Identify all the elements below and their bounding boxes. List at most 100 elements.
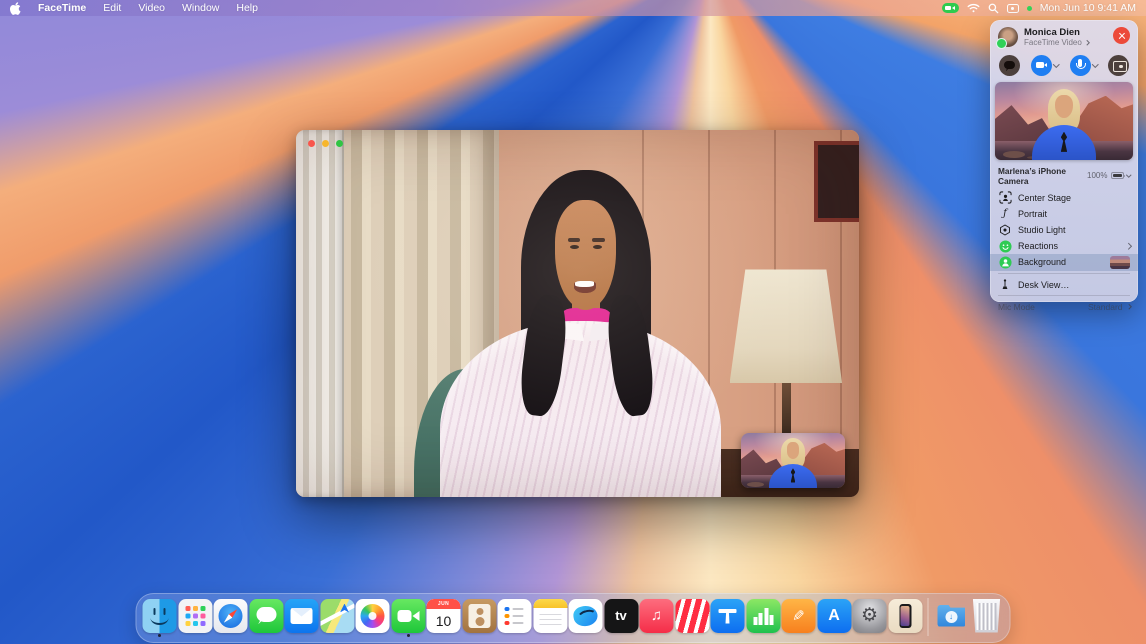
facetime-active-indicator[interactable] xyxy=(942,3,959,13)
news-app-icon[interactable] xyxy=(675,599,709,633)
camera-active-dot xyxy=(1027,6,1032,11)
launchpad-app-icon[interactable] xyxy=(178,599,212,633)
photos-app-icon[interactable] xyxy=(356,599,390,633)
control-center-icon[interactable] xyxy=(1007,4,1019,13)
battery-icon xyxy=(1111,172,1124,179)
iphone-app-icon[interactable] xyxy=(888,599,922,633)
dock-icon-iphone[interactable] xyxy=(888,599,922,636)
music-app-icon[interactable] xyxy=(640,599,674,633)
dock-icon-freeform[interactable] xyxy=(569,599,603,636)
panel-header: Monica Dien FaceTime Video xyxy=(990,20,1138,50)
dock-icon-launchpad[interactable] xyxy=(178,599,212,636)
camera-preview-video xyxy=(995,82,1133,160)
menu-bar: FaceTime Edit Video Window Help Mon Jun … xyxy=(0,0,1146,16)
dock-icon-pages[interactable] xyxy=(782,599,816,636)
menu-video[interactable]: Video xyxy=(138,2,165,14)
menu-item-label: Center Stage xyxy=(1018,193,1071,203)
marlena-face xyxy=(1055,95,1072,118)
reminders-app-icon[interactable] xyxy=(498,599,532,633)
mail-app-icon[interactable] xyxy=(285,599,319,633)
menu-item-portrait[interactable]: ƒ Portrait xyxy=(990,206,1138,222)
end-call-button[interactable] xyxy=(1113,27,1130,44)
zoom-button[interactable] xyxy=(336,140,343,147)
numbers-app-icon[interactable] xyxy=(746,599,780,633)
mic-mode-label: Mic Mode xyxy=(998,302,1035,312)
menu-item-label: Reactions xyxy=(1018,241,1058,251)
dock-icon-photos[interactable] xyxy=(356,599,390,636)
menu-item-center-stage[interactable]: Center Stage xyxy=(990,190,1138,206)
chevron-down-icon[interactable] xyxy=(1126,172,1131,177)
menu-item-label: Desk View… xyxy=(1018,280,1069,290)
safari-app-icon[interactable] xyxy=(214,599,248,633)
camera-source-row[interactable]: Marlena’s iPhone Camera 100% xyxy=(990,160,1138,190)
menu-bar-clock[interactable]: Mon Jun 10 9:41 AM xyxy=(1040,2,1136,14)
keynote-app-icon[interactable] xyxy=(711,599,745,633)
spotlight-icon[interactable] xyxy=(988,3,999,14)
dock-icon-downloads[interactable] xyxy=(934,599,968,636)
menu-help[interactable]: Help xyxy=(236,2,258,14)
freeform-app-icon[interactable] xyxy=(569,599,603,633)
camera-preview xyxy=(995,82,1133,160)
dock-icon-appletv[interactable] xyxy=(604,599,638,636)
apple-menu-icon[interactable] xyxy=(10,2,21,15)
dock-icon-keynote[interactable] xyxy=(711,599,745,636)
messages-button[interactable] xyxy=(999,55,1020,76)
appstore-app-icon[interactable] xyxy=(817,599,851,633)
maps-app-icon[interactable] xyxy=(320,599,354,633)
video-menu-panel: Monica Dien FaceTime Video xyxy=(990,20,1138,302)
call-type[interactable]: FaceTime Video xyxy=(1024,38,1088,47)
menu-item-background[interactable]: Background xyxy=(990,254,1138,270)
finder-app-icon[interactable] xyxy=(143,599,177,633)
menu-facetime[interactable]: FaceTime xyxy=(38,2,86,14)
facetime-app-icon[interactable] xyxy=(391,599,425,633)
dock-icon-calendar[interactable]: JUN10 xyxy=(427,599,461,636)
menu-item-label: Studio Light xyxy=(1018,225,1066,235)
menu-edit[interactable]: Edit xyxy=(103,2,121,14)
mic-toggle-button[interactable] xyxy=(1070,55,1091,76)
menu-window[interactable]: Window xyxy=(182,2,219,14)
dock-icon-safari[interactable] xyxy=(214,599,248,636)
calendar-app-icon[interactable]: JUN10 xyxy=(427,599,461,633)
dock-icon-finder[interactable] xyxy=(143,599,177,636)
self-view-video xyxy=(741,433,845,488)
caller-avatar xyxy=(998,27,1018,47)
video-options-chevron[interactable] xyxy=(1053,61,1059,67)
self-view-pip[interactable] xyxy=(741,433,845,488)
caller-name: Monica Dien xyxy=(1024,27,1088,38)
window-controls xyxy=(308,140,343,147)
portrait-icon: ƒ xyxy=(998,207,1012,220)
menu-item-desk-view[interactable]: Desk View… xyxy=(990,277,1138,293)
dock-icon-contacts[interactable] xyxy=(462,599,496,636)
settings-app-icon[interactable] xyxy=(853,599,887,633)
mic-options-chevron[interactable] xyxy=(1092,61,1098,67)
appletv-app-icon[interactable] xyxy=(604,599,638,633)
dock-icon-reminders[interactable] xyxy=(498,599,532,636)
trash-app-icon[interactable] xyxy=(970,599,1004,633)
minimize-button[interactable] xyxy=(322,140,329,147)
dock-icon-settings[interactable] xyxy=(853,599,887,636)
menu-item-reactions[interactable]: Reactions xyxy=(990,238,1138,254)
wifi-icon[interactable] xyxy=(967,3,980,13)
dock-icon-trash[interactable] xyxy=(970,599,1004,636)
dock-icon-facetime[interactable] xyxy=(391,599,425,636)
dock-icon-mail[interactable] xyxy=(285,599,319,636)
notes-app-icon[interactable] xyxy=(533,599,567,633)
screen-share-button[interactable] xyxy=(1108,55,1129,76)
pages-app-icon[interactable] xyxy=(782,599,816,633)
mic-mode-row[interactable]: Mic Mode Standard xyxy=(990,299,1138,312)
menu-item-studio-light[interactable]: Studio Light xyxy=(990,222,1138,238)
dock-icon-appstore[interactable] xyxy=(817,599,851,636)
menu-item-label: Portrait xyxy=(1018,209,1047,219)
close-button[interactable] xyxy=(308,140,315,147)
menu-separator xyxy=(998,295,1130,296)
dock-icon-news[interactable] xyxy=(675,599,709,636)
dock-icon-notes[interactable] xyxy=(533,599,567,636)
dock-icon-numbers[interactable] xyxy=(746,599,780,636)
video-toggle-button[interactable] xyxy=(1031,55,1052,76)
messages-app-icon[interactable] xyxy=(249,599,283,633)
dock-icon-music[interactable] xyxy=(640,599,674,636)
dock-icon-maps[interactable] xyxy=(320,599,354,636)
downloads-app-icon[interactable] xyxy=(934,599,968,633)
dock-icon-messages[interactable] xyxy=(249,599,283,636)
contacts-app-icon[interactable] xyxy=(462,599,496,633)
